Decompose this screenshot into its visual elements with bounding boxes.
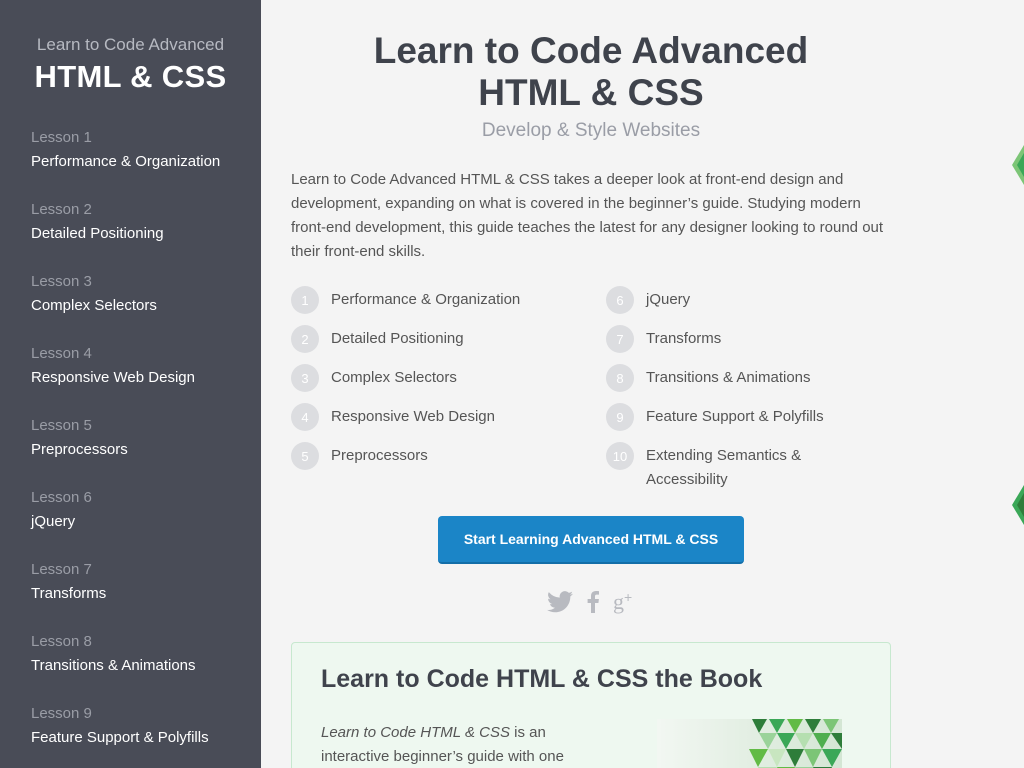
lesson-list-item-1[interactable]: 1 Performance & Organization	[291, 286, 581, 314]
sidebar-subtitle[interactable]: Learn to Code Advanced	[0, 35, 261, 55]
lesson-list-item-3[interactable]: 3 Complex Selectors	[291, 364, 581, 392]
lesson-number: Lesson 7	[31, 561, 92, 578]
page-title-line-1: Learn to Code Advanced	[373, 30, 809, 71]
sidebar-item-lesson-8[interactable]: Lesson 8 Transitions & Animations	[31, 632, 246, 676]
sidebar-title[interactable]: HTML & CSS	[0, 59, 261, 95]
lesson-list-label: Preprocessors	[331, 447, 428, 464]
lesson-number: Lesson 5	[31, 417, 92, 434]
lesson-title: Preprocessors	[31, 441, 128, 458]
lesson-list-label: Performance & Organization	[331, 291, 521, 308]
lesson-list-label: Complex Selectors	[331, 369, 457, 386]
green-edge-marker	[1012, 485, 1024, 525]
book-title: Learn to Code HTML & CSS the Book	[321, 665, 763, 693]
lesson-list-item-10[interactable]: 10 Extending Semantics & Accessibility	[606, 442, 806, 492]
lesson-list-label: Transitions & Animations	[646, 369, 811, 386]
lesson-number-badge: 1	[291, 286, 319, 314]
sidebar: Learn to Code Advanced HTML & CSS Lesson…	[0, 0, 261, 768]
lesson-number: Lesson 6	[31, 489, 92, 506]
lesson-list-item-2[interactable]: 2 Detailed Positioning	[291, 325, 581, 353]
lesson-list-item-5[interactable]: 5 Preprocessors	[291, 442, 581, 470]
book-description: Learn to Code HTML & CSS is an interacti…	[321, 721, 591, 768]
lesson-title: Performance & Organization	[31, 153, 221, 170]
lesson-title: jQuery	[31, 513, 76, 530]
start-learning-button[interactable]: Start Learning Advanced HTML & CSS	[438, 516, 744, 564]
sidebar-item-lesson-3[interactable]: Lesson 3 Complex Selectors	[31, 272, 246, 316]
lesson-list-item-8[interactable]: 8 Transitions & Animations	[606, 364, 846, 392]
lesson-list-label: Extending Semantics & Accessibility	[646, 447, 802, 488]
sidebar-item-lesson-2[interactable]: Lesson 2 Detailed Positioning	[31, 200, 246, 244]
lesson-number-badge: 10	[606, 442, 634, 470]
lesson-list-item-6[interactable]: 6 jQuery	[606, 286, 846, 314]
intro-paragraph: Learn to Code Advanced HTML & CSS takes …	[291, 171, 884, 260]
twitter-icon[interactable]	[547, 591, 573, 618]
lesson-number-badge: 2	[291, 325, 319, 353]
sidebar-item-lesson-1[interactable]: Lesson 1 Performance & Organization	[31, 128, 246, 172]
lesson-number-badge: 9	[606, 403, 634, 431]
lesson-number-badge: 3	[291, 364, 319, 392]
book-cover-image[interactable]	[657, 719, 842, 768]
lesson-list-label: Detailed Positioning	[331, 330, 464, 347]
sidebar-item-lesson-6[interactable]: Lesson 6 jQuery	[31, 488, 246, 532]
book-promo: Learn to Code HTML & CSS the Book Learn …	[291, 642, 891, 768]
page-title: Learn to Code Advanced HTML & CSS	[336, 30, 846, 114]
lesson-title: Feature Support & Polyfills	[31, 729, 209, 746]
sidebar-item-lesson-9[interactable]: Lesson 9 Feature Support & Polyfills	[31, 704, 246, 748]
lesson-number: Lesson 8	[31, 633, 92, 650]
lesson-number-badge: 8	[606, 364, 634, 392]
lesson-list-label: Feature Support & Polyfills	[646, 408, 824, 425]
lesson-title: Transitions & Animations	[31, 657, 196, 674]
book-name: Learn to Code HTML & CSS	[321, 724, 510, 741]
page-title-line-2: HTML & CSS	[478, 72, 704, 113]
google-plus-icon[interactable]: g +	[613, 589, 637, 619]
lesson-number: Lesson 4	[31, 345, 92, 362]
lesson-title: Responsive Web Design	[31, 369, 195, 386]
lesson-list-label: Responsive Web Design	[331, 408, 495, 425]
lesson-number: Lesson 9	[31, 705, 92, 722]
lesson-number: Lesson 1	[31, 129, 92, 146]
social-share: g +	[543, 589, 641, 619]
sidebar-item-lesson-4[interactable]: Lesson 4 Responsive Web Design	[31, 344, 246, 388]
svg-text:g: g	[613, 590, 624, 614]
lesson-number: Lesson 3	[31, 273, 92, 290]
lesson-number-badge: 7	[606, 325, 634, 353]
lesson-number-badge: 5	[291, 442, 319, 470]
svg-text:+: +	[624, 590, 632, 605]
page-subtitle: Develop & Style Websites	[481, 120, 701, 141]
sidebar-item-lesson-5[interactable]: Lesson 5 Preprocessors	[31, 416, 246, 460]
lesson-title: Detailed Positioning	[31, 225, 164, 242]
main-content: Learn to Code Advanced HTML & CSS Develo…	[261, 0, 1024, 768]
lesson-number: Lesson 2	[31, 201, 92, 218]
sidebar-item-lesson-7[interactable]: Lesson 7 Transforms	[31, 560, 246, 604]
lesson-list-item-7[interactable]: 7 Transforms	[606, 325, 846, 353]
lesson-list-label: jQuery	[646, 291, 691, 308]
lesson-list-item-9[interactable]: 9 Feature Support & Polyfills	[606, 403, 846, 431]
lesson-list-item-4[interactable]: 4 Responsive Web Design	[291, 403, 581, 431]
lesson-number-badge: 6	[606, 286, 634, 314]
green-edge-marker	[1012, 145, 1024, 185]
lesson-number-badge: 4	[291, 403, 319, 431]
lesson-title: Complex Selectors	[31, 297, 157, 314]
lesson-list-label: Transforms	[646, 330, 722, 347]
lesson-title: Transforms	[31, 585, 107, 602]
facebook-icon[interactable]	[587, 590, 599, 618]
